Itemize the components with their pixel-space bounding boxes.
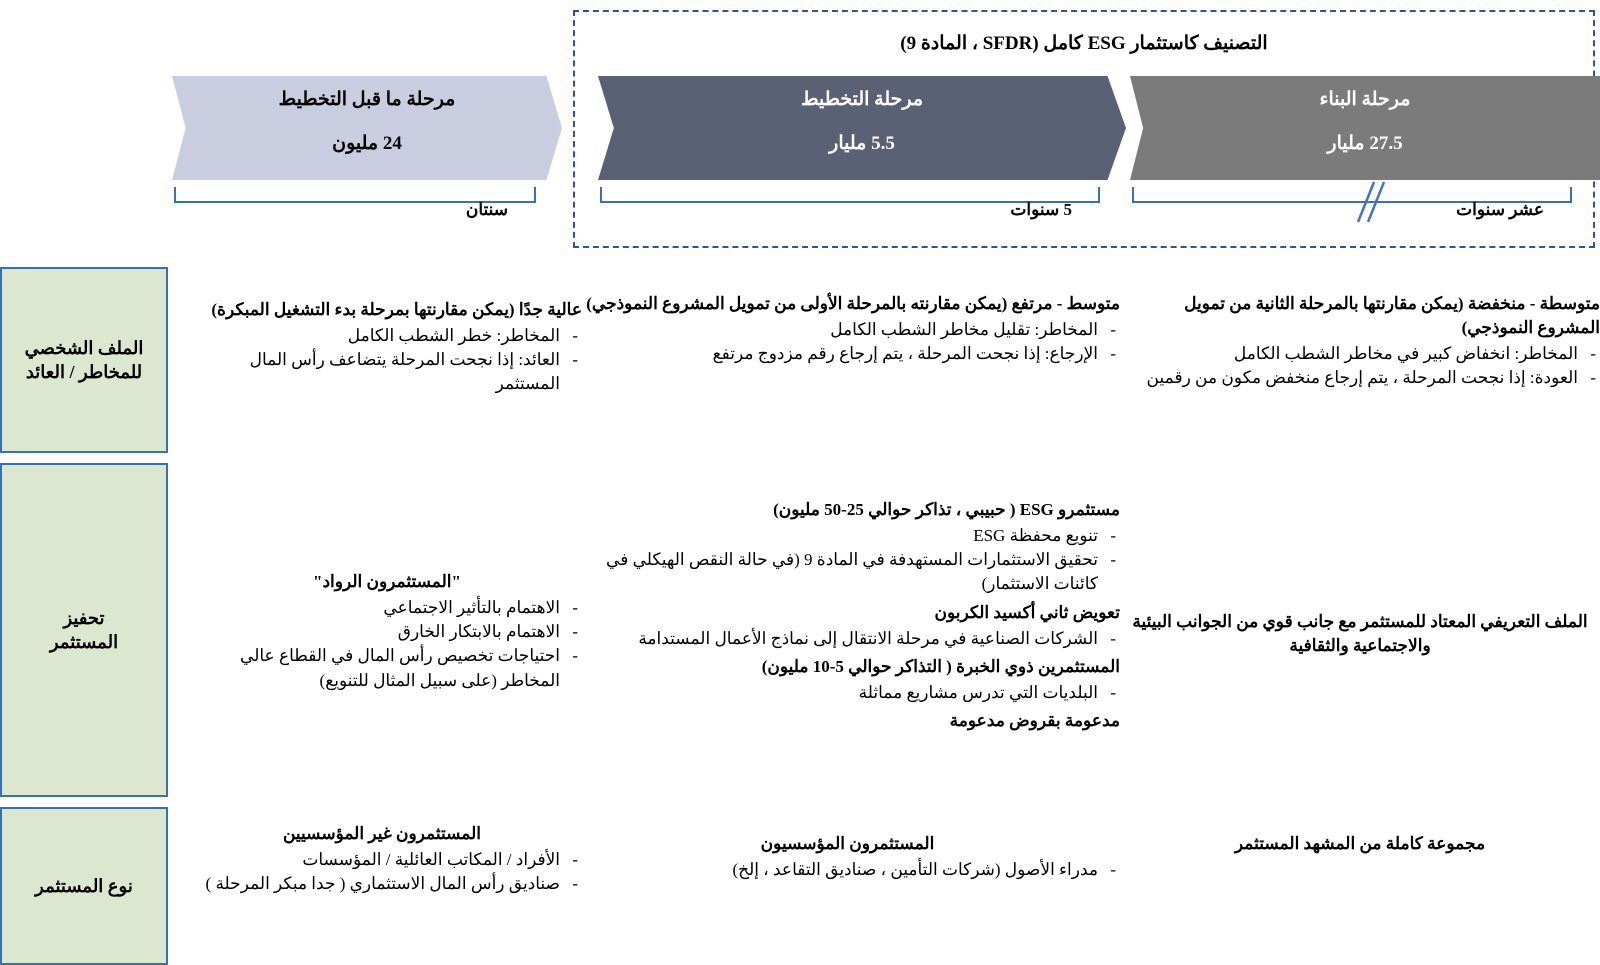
cell-heading: المستثمرون المؤسسيون — [760, 834, 935, 853]
list-item: المخاطر: تقليل مخاطر الشطب الكامل — [575, 318, 1120, 342]
list-item: تنويع محفظة ESG — [575, 524, 1120, 548]
cell-risk-return-pre-planning: عالية جدًا (يمكن مقارنتها بمرحلة بدء الت… — [192, 298, 582, 401]
cell-type-pre-planning: المستثمرون غير المؤسسيين الأفراد / المكا… — [182, 822, 582, 900]
list-item: الاهتمام بالتأثير الاجتماعي — [192, 596, 582, 620]
cell-motivation-pre-planning: "المستثمرون الرواد" الاهتمام بالتأثير ال… — [192, 570, 582, 697]
phase-bar-planning[interactable]: مرحلة التخطيط 5.5 مليار — [598, 76, 1126, 180]
cell-type-planning: المستثمرون المؤسسيون مدراء الأصول (شركات… — [575, 832, 1120, 886]
phase-bar-pre-planning[interactable]: مرحلة ما قبل التخطيط 24 مليون — [172, 76, 562, 180]
cell-bullet-list: الأفراد / المكاتب العائلية / المؤسسات صن… — [182, 848, 582, 896]
list-item: تحقيق الاستثمارات المستهدفة في المادة 9 … — [575, 548, 1120, 596]
cell-heading: "المستثمرون الرواد" — [313, 572, 461, 591]
list-item: البلديات التي تدرس مشاريع مماثلة — [575, 681, 1120, 705]
duration-label-planning: 5 سنوات — [1010, 200, 1072, 219]
phase-amount: 5.5 مليار — [829, 133, 895, 154]
cell-risk-return-construction: متوسطة - منخفضة (يمكن مقارنتها بالمرحلة … — [1120, 292, 1600, 395]
cell-risk-return-planning: متوسط - مرتفع (يمكن مقارنته بالمرحلة الأ… — [575, 292, 1120, 370]
cell-heading: متوسط - مرتفع (يمكن مقارنته بالمرحلة الأ… — [586, 294, 1120, 313]
cell-bullet-list: الشركات الصناعية في مرحلة الانتقال إلى ن… — [575, 627, 1120, 651]
cell-bullet-list: الاهتمام بالتأثير الاجتماعي الاهتمام بال… — [192, 596, 582, 693]
cell-heading: تعويض ثاني أكسيد الكربون — [934, 602, 1120, 622]
list-item: الشركات الصناعية في مرحلة الانتقال إلى ن… — [575, 627, 1120, 651]
cell-heading: مجموعة كاملة من المشهد المستثمر — [1234, 834, 1486, 853]
axis-break-icon — [1352, 180, 1392, 224]
list-item: الإرجاع: إذا نجحت المرحلة ، يتم إرجاع رق… — [575, 342, 1120, 366]
cell-bullet-list: المخاطر: تقليل مخاطر الشطب الكامل الإرجا… — [575, 318, 1120, 366]
cell-bullet-list: تنويع محفظة ESG تحقيق الاستثمارات المسته… — [575, 524, 1120, 596]
phase-amount: 27.5 مليار — [1327, 133, 1403, 154]
phase-amount: 24 مليون — [332, 133, 402, 154]
cell-bullet-list: المخاطر: انخفاض كبير في مخاطر الشطب الكا… — [1120, 342, 1600, 390]
cell-heading: مدعومة بقروض مدعومة — [949, 711, 1120, 730]
cell-heading: المستثمرين ذوي الخبرة ( التذاكر حوالي 5-… — [761, 656, 1120, 676]
phase-title: مرحلة التخطيط — [800, 89, 924, 110]
category-label: تحفيز المستثمر — [49, 607, 119, 652]
category-box-investor-type[interactable]: نوع المستثمر — [0, 807, 168, 965]
list-item: احتياجات تخصيص رأس المال في القطاع عالي … — [192, 644, 582, 692]
category-label: نوع المستثمر — [35, 875, 133, 896]
cell-heading: متوسطة - منخفضة (يمكن مقارنتها بالمرحلة … — [1184, 294, 1600, 338]
category-box-risk-return[interactable]: الملف الشخصي للمخاطر / العائد — [0, 267, 168, 453]
list-item: مدراء الأصول (شركات التأمين ، صناديق الت… — [575, 858, 1120, 882]
esg-band-caption: التصنيف كاستثمار ESG كامل (SFDR ، المادة… — [900, 33, 1268, 54]
cell-bullet-list: المخاطر: خطر الشطب الكامل العائد: إذا نج… — [192, 324, 582, 396]
cell-bullet-list: البلديات التي تدرس مشاريع مماثلة — [575, 681, 1120, 705]
cell-heading: المستثمرون غير المؤسسيين — [282, 824, 482, 843]
list-item: العائد: إذا نجحت المرحلة يتضاعف رأس الما… — [192, 348, 582, 396]
list-item: المخاطر: انخفاض كبير في مخاطر الشطب الكا… — [1120, 342, 1600, 366]
phase-bar-construction[interactable]: مرحلة البناء 27.5 مليار — [1130, 76, 1600, 180]
cell-heading: مستثمرو ESG ( حبيبي ، تذاكر حوالي 25-50 … — [773, 500, 1120, 519]
category-label: الملف الشخصي للمخاطر / العائد — [24, 337, 144, 382]
phase-title: مرحلة البناء — [1319, 89, 1411, 110]
category-box-investor-motivation[interactable]: تحفيز المستثمر — [0, 463, 168, 797]
duration-label-pre-planning: سنتان — [465, 200, 508, 219]
cell-heading: عالية جدًا (يمكن مقارنتها بمرحلة بدء الت… — [211, 300, 582, 319]
cell-heading: الملف التعريفي المعتاد للمستثمر مع جانب … — [1132, 612, 1588, 656]
cell-motivation-construction: الملف التعريفي المعتاد للمستثمر مع جانب … — [1120, 610, 1600, 660]
phase-title: مرحلة ما قبل التخطيط — [278, 89, 456, 110]
list-item: صناديق رأس المال الاستثماري ( جدا مبكر ا… — [182, 872, 582, 896]
list-item: العودة: إذا نجحت المرحلة ، يتم إرجاع منخ… — [1120, 366, 1600, 390]
cell-type-construction: مجموعة كاملة من المشهد المستثمر — [1120, 832, 1600, 858]
cell-bullet-list: مدراء الأصول (شركات التأمين ، صناديق الت… — [575, 858, 1120, 882]
list-item: الاهتمام بالابتكار الخارق — [192, 620, 582, 644]
cell-motivation-planning: مستثمرو ESG ( حبيبي ، تذاكر حوالي 25-50 … — [575, 498, 1120, 735]
list-item: المخاطر: خطر الشطب الكامل — [192, 324, 582, 348]
list-item: الأفراد / المكاتب العائلية / المؤسسات — [182, 848, 582, 872]
